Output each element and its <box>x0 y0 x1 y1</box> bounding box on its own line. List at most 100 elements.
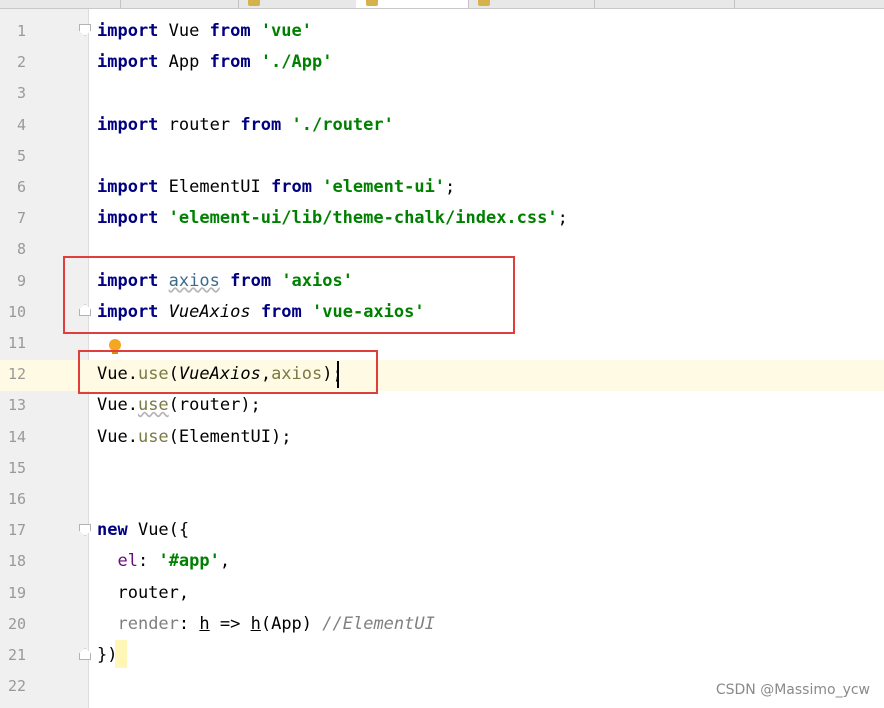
code-token: './router' <box>291 114 394 135</box>
line-number: 1 <box>16 22 26 40</box>
line-number: 8 <box>16 240 26 259</box>
line-number: 7 <box>16 209 26 228</box>
editor-tab[interactable] <box>0 0 121 8</box>
code-line[interactable]: 15 <box>0 453 884 484</box>
code-token: use <box>137 426 169 447</box>
code-token: (ElementUI); <box>168 426 292 447</box>
line-number: 14 <box>7 427 26 446</box>
code-token: ; <box>445 177 456 197</box>
code-line[interactable]: 1 import Vue from 'vue' <box>0 16 884 47</box>
code-token: App <box>158 52 210 73</box>
code-token: h <box>199 613 210 634</box>
code-line[interactable]: 20 render: h => h(App) //ElementUI <box>0 609 884 640</box>
code-token: Vue <box>158 21 210 41</box>
annotation-box-imports <box>63 256 515 334</box>
line-number: 5 <box>16 146 26 165</box>
code-text[interactable]: import ElementUI from 'element-ui'; <box>97 172 455 203</box>
editor-tab-active[interactable] <box>356 0 469 8</box>
code-line[interactable]: 19 router, <box>0 578 884 609</box>
code-token: 'element-ui/lib/theme-chalk/index.css' <box>168 208 558 229</box>
code-text[interactable]: Vue.use(router); <box>97 390 261 421</box>
code-text[interactable]: import App from './App' <box>97 47 332 78</box>
code-token: '#app' <box>158 551 220 572</box>
code-token: h <box>250 613 261 634</box>
code-token: (router); <box>168 395 261 416</box>
line-number: 3 <box>16 84 26 103</box>
editor-tab[interactable] <box>594 0 735 8</box>
code-token: (App) <box>260 613 323 634</box>
code-token: 'element-ui' <box>322 177 446 197</box>
code-token: use <box>137 395 169 416</box>
line-number: 9 <box>16 271 26 290</box>
code-line[interactable]: 5 <box>0 141 884 172</box>
code-token: router, <box>97 582 190 603</box>
line-number: 10 <box>7 302 26 321</box>
code-line[interactable]: 6 import ElementUI from 'element-ui'; <box>0 172 884 203</box>
line-number: 16 <box>7 490 26 508</box>
line-number: 2 <box>16 53 26 72</box>
line-number: 12 <box>7 365 26 384</box>
line-number: 21 <box>7 646 26 664</box>
code-token: from <box>240 114 282 135</box>
code-text[interactable]: }) <box>97 640 117 671</box>
code-text[interactable]: router, <box>97 578 189 609</box>
code-text[interactable]: render: h => h(App) //ElementUI <box>97 609 435 640</box>
code-line[interactable]: 3 <box>0 78 884 109</box>
line-number: 22 <box>7 677 26 696</box>
code-token: from <box>271 177 312 197</box>
line-number: 19 <box>7 583 26 602</box>
code-token: //ElementUI <box>322 613 435 634</box>
code-line[interactable]: 7 import 'element-ui/lib/theme-chalk/inde… <box>0 203 884 234</box>
code-editor[interactable]: 1 import Vue from 'vue' 2 import App from '… <box>0 0 884 708</box>
code-text[interactable]: import Vue from 'vue' <box>97 16 312 47</box>
code-text[interactable]: import router from './router' <box>97 110 394 141</box>
code-token: render <box>117 613 179 634</box>
editor-tab[interactable] <box>468 0 595 8</box>
code-token: import <box>97 52 159 73</box>
code-token: 'vue' <box>260 21 312 41</box>
js-file-icon <box>478 0 490 6</box>
line-number: 18 <box>7 552 26 571</box>
code-token: : <box>178 613 200 634</box>
code-text[interactable]: new Vue({ <box>97 515 189 546</box>
code-line[interactable]: 14 Vue.use(ElementUI); <box>0 422 884 453</box>
code-token: import <box>97 208 159 229</box>
code-token: ; <box>557 208 568 229</box>
code-text[interactable]: Vue.use(ElementUI); <box>97 422 292 453</box>
js-file-icon <box>248 0 260 6</box>
code-token: : <box>137 551 159 572</box>
code-line[interactable]: 21}) <box>0 640 884 671</box>
code-line[interactable]: 2 import App from './App' <box>0 47 884 78</box>
editor-tab-bar <box>0 0 884 9</box>
code-line[interactable]: 18 el: '#app', <box>0 546 884 577</box>
code-token: el <box>117 551 138 572</box>
code-line[interactable]: 4 import router from './router' <box>0 110 884 141</box>
code-token: router <box>158 114 241 135</box>
code-token: new <box>97 520 128 541</box>
code-text[interactable]: el: '#app', <box>97 546 230 577</box>
code-token: Vue({ <box>127 520 190 541</box>
code-line[interactable]: 17 new Vue({ <box>0 515 884 546</box>
line-number: 20 <box>7 614 26 633</box>
line-number: 15 <box>7 458 26 477</box>
code-line[interactable]: 16 <box>0 484 884 515</box>
code-token: }) <box>97 645 118 665</box>
code-token: Vue. <box>97 426 138 447</box>
code-token: './App' <box>260 52 333 73</box>
code-token: import <box>97 177 159 197</box>
code-token: ElementUI <box>158 177 272 197</box>
code-line[interactable]: 13 Vue.use(router); <box>0 390 884 421</box>
watermark: CSDN @Massimo_ycw <box>715 682 870 698</box>
code-token: , <box>219 551 231 572</box>
editor-tab[interactable] <box>120 0 239 8</box>
line-number: 11 <box>7 334 26 352</box>
js-file-icon <box>366 0 378 6</box>
code-token: from <box>209 21 251 41</box>
code-text[interactable]: import 'element-ui/lib/theme-chalk/index… <box>97 203 568 234</box>
line-number: 13 <box>7 396 26 415</box>
editor-tab[interactable] <box>238 0 357 8</box>
